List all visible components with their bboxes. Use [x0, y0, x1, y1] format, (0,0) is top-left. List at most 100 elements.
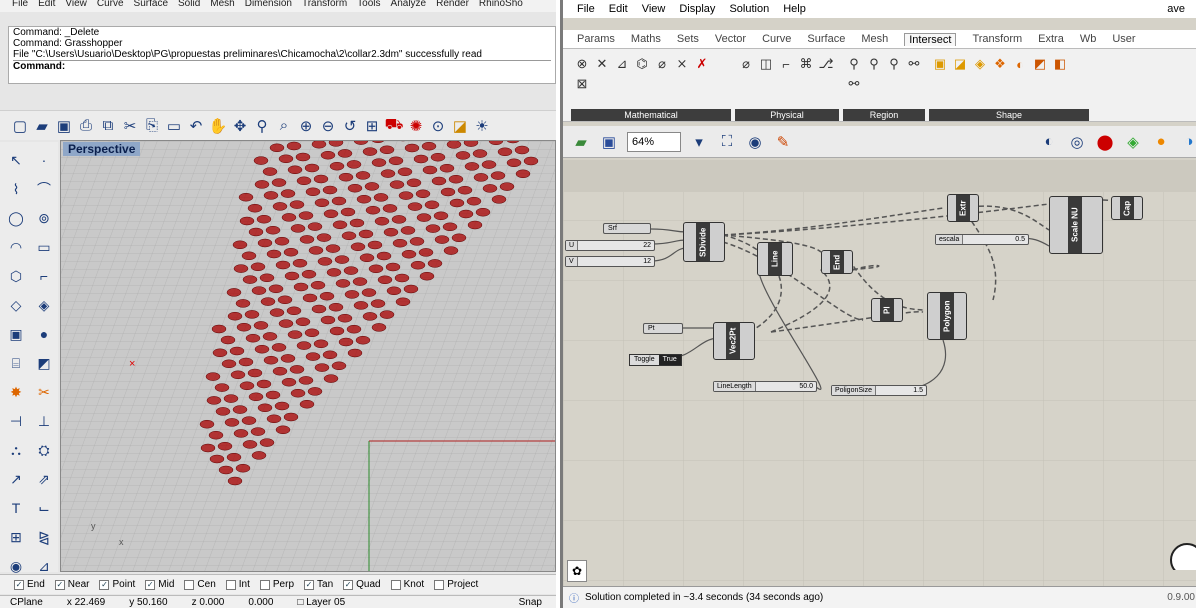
trim-icon[interactable]: ✂	[32, 380, 56, 404]
checkbox[interactable]	[184, 579, 195, 590]
four-viewports-icon[interactable]: ⊞	[362, 116, 382, 136]
mesh-union-icon[interactable]: ◩	[1031, 55, 1049, 73]
escala-slider[interactable]: escala 0.5	[935, 234, 1029, 245]
current-layer[interactable]: □ Layer 05	[297, 596, 345, 608]
cylinder-icon[interactable]: ⌸	[4, 351, 28, 375]
dimension-icon[interactable]: ⌙	[32, 496, 56, 520]
sketch-icon[interactable]: ✎	[773, 132, 793, 152]
rhino-menu-dimension[interactable]: Dimension	[245, 0, 292, 12]
tab-params[interactable]: Params	[577, 33, 615, 45]
osnap-tan[interactable]: ✓ Tan	[304, 579, 333, 590]
box-icon[interactable]: ▣	[4, 322, 28, 346]
gh-canvas[interactable]: Srf U 22 V 12 Pt Toggle True escala 0.5 Line…	[563, 160, 1196, 586]
rhino-menu-view[interactable]: View	[65, 0, 87, 12]
plane-plane-icon[interactable]: ⌬	[633, 55, 651, 73]
array-icon[interactable]: ⊞	[4, 525, 28, 549]
tab-maths[interactable]: Maths	[631, 33, 661, 45]
zoom-dropdown-icon[interactable]: ▾	[689, 132, 709, 152]
surface-icon[interactable]: ◇	[4, 293, 28, 317]
checkbox[interactable]: ✓	[54, 579, 65, 590]
cplane-label[interactable]: CPlane	[10, 596, 43, 608]
multi-intersect-icon[interactable]: ⨯	[673, 55, 691, 73]
polygon-icon[interactable]: ⬡	[4, 264, 28, 288]
snap-toggle[interactable]: Snap	[519, 596, 556, 608]
region-union-icon[interactable]: ⚯	[905, 55, 923, 73]
osnap-end[interactable]: ✓ End	[14, 579, 45, 590]
polygon-component[interactable]: Polygon	[927, 292, 967, 340]
checkbox[interactable]	[390, 579, 401, 590]
brep-x-icon[interactable]: ⊠	[573, 75, 591, 93]
osnap-int[interactable]: Int	[225, 579, 250, 590]
linelength-slider[interactable]: LineLength 50.0	[713, 381, 817, 392]
group-icon[interactable]: ⛬	[4, 438, 28, 462]
solid-union-icon[interactable]: ▣	[931, 55, 949, 73]
print-icon[interactable]: ⎙	[76, 116, 96, 136]
undo-icon[interactable]: ↶	[186, 116, 206, 136]
viewport-label[interactable]: Perspective	[63, 142, 141, 156]
solid-difference-icon[interactable]: ◪	[951, 55, 969, 73]
split-icon[interactable]: ⊣	[4, 409, 28, 433]
checkbox[interactable]: ✓	[145, 579, 156, 590]
undo-view-icon[interactable]: ↺	[340, 116, 360, 136]
rotate-view-icon[interactable]: ✥	[230, 116, 250, 136]
osnap-mid[interactable]: ✓ Mid	[145, 579, 174, 590]
rectangle-icon[interactable]: ▭	[32, 235, 56, 259]
checkbox[interactable]	[259, 579, 270, 590]
checkbox[interactable]: ✓	[99, 579, 110, 590]
command-prompt[interactable]: Command:	[13, 60, 551, 72]
brep-line-icon[interactable]: ⌀	[653, 55, 671, 73]
canvas-navigation-widget[interactable]	[1167, 540, 1196, 570]
pt-param[interactable]: Pt	[643, 323, 683, 334]
intersect-icon[interactable]: ⊗	[573, 55, 591, 73]
region-diff-icon[interactable]: ⚯	[845, 75, 863, 93]
split-brep-icon[interactable]: ❖	[991, 55, 1009, 73]
sdivide-component[interactable]: SDivide	[683, 222, 725, 262]
curve-brep-icon[interactable]: ⌀	[737, 55, 755, 73]
pl-component[interactable]: Pl	[871, 298, 903, 322]
rhino-menu-solid[interactable]: Solid	[178, 0, 200, 12]
line-plane-icon[interactable]: ⊿	[613, 55, 631, 73]
paste-icon[interactable]: ▭	[164, 116, 184, 136]
rhino-menu-surface[interactable]: Surface	[134, 0, 168, 12]
region-icon[interactable]: ⚲	[885, 55, 903, 73]
rhino-menu-render[interactable]: Render	[436, 0, 469, 12]
fillet-icon[interactable]: ⌐	[32, 264, 56, 288]
tab-intersect[interactable]: Intersect	[904, 32, 957, 46]
arc-icon[interactable]: ◠	[4, 235, 28, 259]
gh-menu-solution[interactable]: Solution	[729, 3, 769, 15]
save-file-icon[interactable]: ▣	[599, 132, 619, 152]
zoom-selected-icon[interactable]: ⊖	[318, 116, 338, 136]
tab-curve[interactable]: Curve	[762, 33, 791, 45]
grasshopper-icon[interactable]: ✿	[567, 560, 587, 582]
solid-intersection-icon[interactable]: ◈	[971, 55, 989, 73]
shaded-preview-icon[interactable]: ⬤	[1095, 132, 1115, 152]
checkbox[interactable]: ✓	[343, 579, 354, 590]
trim-region-icon[interactable]: ⚲	[865, 55, 883, 73]
osnap-cen[interactable]: Cen	[184, 579, 216, 590]
collision-icon[interactable]: ⌐	[777, 55, 795, 73]
rhino-menu-rhinoshop[interactable]: RhinoSho	[479, 0, 523, 12]
point-icon[interactable]: ·	[32, 148, 56, 172]
mesh-ray-icon[interactable]: ⎇	[817, 55, 835, 73]
checkbox[interactable]: ✓	[14, 579, 24, 590]
zoom-extents-icon[interactable]: ⛶	[717, 132, 737, 152]
ungroup-icon[interactable]: ⛭	[32, 438, 56, 462]
tab-wb[interactable]: Wb	[1080, 33, 1097, 45]
rhino-menu-transform[interactable]: Transform	[302, 0, 347, 12]
gh-menu-file[interactable]: File	[577, 3, 595, 15]
curve-curve-icon[interactable]: ✕	[593, 55, 611, 73]
mesh-difference-icon[interactable]: ◧	[1051, 55, 1069, 73]
copy-icon[interactable]: ⎘	[142, 116, 162, 136]
properties-icon[interactable]: ⧉	[98, 116, 118, 136]
gh-menu-view[interactable]: View	[642, 3, 666, 15]
line-component[interactable]: Line	[757, 242, 793, 276]
layer-icon[interactable]: ◪	[450, 116, 470, 136]
light-bulb-icon[interactable]: ☀	[472, 116, 492, 136]
extr-component[interactable]: Extr	[947, 194, 979, 222]
end-component[interactable]: End	[821, 250, 853, 274]
curve-x-icon[interactable]: ✗	[693, 55, 711, 73]
checkbox[interactable]	[434, 579, 445, 590]
copy-object-icon[interactable]: ⇗	[32, 467, 56, 491]
osnap-project[interactable]: Project	[434, 579, 478, 590]
osnap-point[interactable]: ✓ Point	[99, 579, 135, 590]
